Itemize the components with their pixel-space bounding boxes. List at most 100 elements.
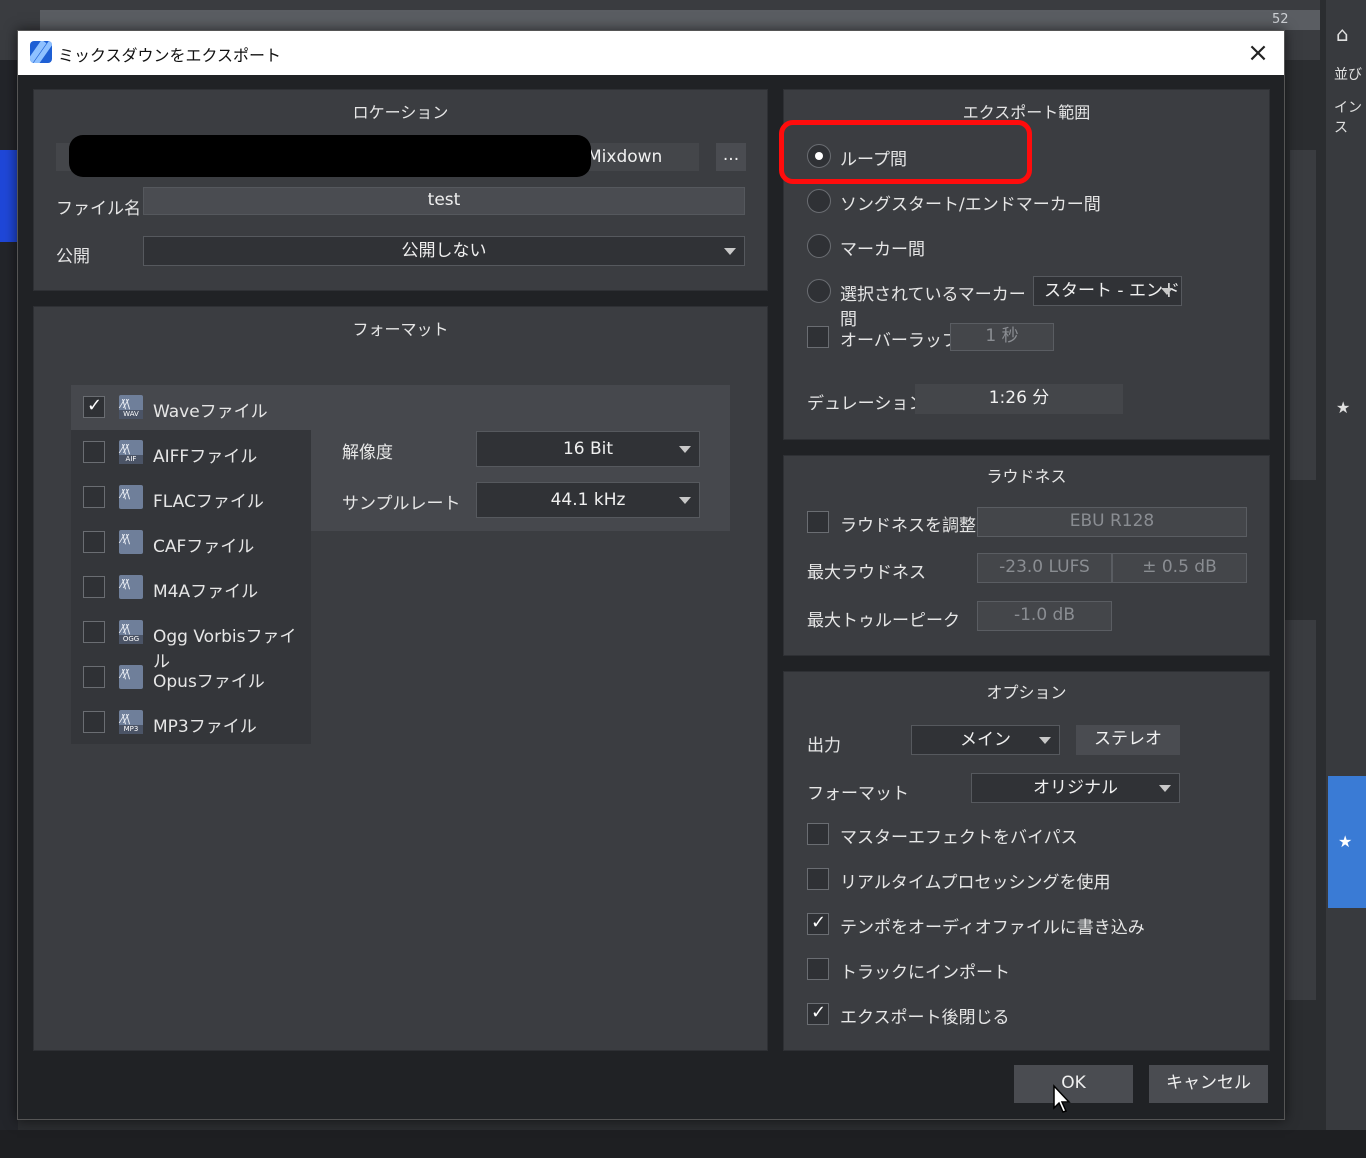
filename-input[interactable]: test bbox=[143, 187, 745, 215]
samplerate-label: サンプルレート bbox=[342, 494, 461, 514]
format-checkbox[interactable] bbox=[83, 441, 105, 463]
format-checkbox[interactable] bbox=[83, 531, 105, 553]
chevron-down-icon bbox=[1161, 288, 1173, 295]
true-peak-label: 最大トゥルーピーク bbox=[807, 611, 960, 631]
import-to-track-label: トラックにインポート bbox=[840, 963, 1010, 983]
scrollbar[interactable] bbox=[1290, 150, 1316, 480]
output-dropdown[interactable]: メイン bbox=[911, 725, 1060, 755]
location-title: ロケーション bbox=[352, 103, 449, 122]
browser-tab-instruments[interactable]: インス bbox=[1334, 97, 1366, 137]
format-label: Opusファイル bbox=[153, 672, 265, 692]
timeline-ruler[interactable] bbox=[40, 10, 1320, 30]
max-loudness-input[interactable]: -23.0 LUFS bbox=[977, 553, 1112, 583]
daw-statusbar bbox=[0, 1130, 1366, 1158]
format-panel: フォーマット ⁄\⁄\WAV Waveファイル ⁄\⁄\AIF AIFFファイル… bbox=[33, 306, 768, 1051]
format-label: CAFファイル bbox=[153, 537, 255, 557]
duration-label: デュレーション bbox=[807, 394, 926, 414]
publish-dropdown[interactable]: 公開しない bbox=[143, 236, 745, 266]
format-item-wave[interactable]: ⁄\⁄\WAV Waveファイル bbox=[71, 385, 311, 430]
format-title: フォーマット bbox=[352, 320, 449, 339]
export-mixdown-dialog: ミックスダウンをエクスポート × ロケーション Mixdown ... ファイル… bbox=[17, 30, 1285, 1120]
scrollbar[interactable] bbox=[1284, 620, 1316, 1000]
format-item-opus[interactable]: ⁄\⁄\ Opusファイル bbox=[71, 655, 311, 700]
publish-label: 公開 bbox=[56, 247, 90, 267]
import-to-track-checkbox[interactable] bbox=[807, 958, 829, 980]
format-label: MP3ファイル bbox=[153, 717, 257, 737]
radio-button[interactable] bbox=[807, 189, 831, 213]
format-item-caf[interactable]: ⁄\⁄\ CAFファイル bbox=[71, 520, 311, 565]
adjust-loudness-checkbox[interactable] bbox=[807, 511, 829, 533]
browser-selected-item[interactable]: ★ bbox=[1328, 776, 1366, 908]
star-icon[interactable]: ★ bbox=[1336, 398, 1350, 417]
audio-file-icon: ⁄\⁄\ OGG bbox=[119, 620, 143, 644]
stereo-button[interactable]: ステレオ bbox=[1076, 725, 1180, 755]
format-label: Waveファイル bbox=[153, 402, 268, 422]
cancel-button[interactable]: キャンセル bbox=[1149, 1065, 1268, 1103]
realtime-processing-checkbox[interactable] bbox=[807, 868, 829, 890]
true-peak-input[interactable]: -1.0 dB bbox=[977, 601, 1112, 631]
radio-button[interactable] bbox=[807, 234, 831, 258]
format-checkbox[interactable] bbox=[83, 486, 105, 508]
format-item-m4a[interactable]: ⁄\⁄\ M4Aファイル bbox=[71, 565, 311, 610]
location-panel: ロケーション Mixdown ... ファイル名 test 公開 公開しない bbox=[33, 89, 768, 291]
location-path-suffix: Mixdown bbox=[587, 147, 663, 167]
audio-file-icon: ⁄\⁄\ AIF bbox=[119, 440, 143, 464]
format-item-flac[interactable]: ⁄\⁄\ FLACファイル bbox=[71, 475, 311, 520]
chevron-down-icon bbox=[1039, 737, 1051, 744]
range-option-markers[interactable]: マーカー間 bbox=[807, 234, 1027, 260]
range-option-label: マーカー間 bbox=[840, 240, 925, 260]
format-item-ogg[interactable]: ⁄\⁄\ OGG Ogg Vorbisファイル bbox=[71, 610, 311, 672]
overlap-input[interactable]: 1 秒 bbox=[950, 323, 1054, 351]
write-tempo-label: テンポをオーディオファイルに書き込み bbox=[840, 918, 1145, 938]
overlap-label: オーバーラップ bbox=[840, 331, 959, 351]
realtime-processing-label: リアルタイムプロセッシングを使用 bbox=[840, 873, 1111, 893]
chevron-down-icon bbox=[724, 248, 736, 255]
format-option-label: フォーマット bbox=[807, 784, 909, 804]
overlap-checkbox[interactable] bbox=[807, 326, 829, 348]
format-checkbox[interactable] bbox=[83, 711, 105, 733]
duration-value: 1:26 分 bbox=[915, 384, 1123, 414]
track-event[interactable] bbox=[0, 150, 18, 242]
format-label: FLACファイル bbox=[153, 492, 264, 512]
publish-value: 公開しない bbox=[401, 241, 487, 261]
export-range-panel: エクスポート範囲 ループ間 ソングスタート/エンドマーカー間 マーカー間 選択さ… bbox=[779, 89, 1270, 440]
marker-range-dropdown[interactable]: スタート - エンド bbox=[1033, 276, 1182, 306]
format-item-aiff[interactable]: ⁄\⁄\ AIF AIFFファイル bbox=[71, 430, 311, 475]
dialog-title: ミックスダウンをエクスポート bbox=[58, 46, 282, 65]
radio-button[interactable] bbox=[807, 279, 831, 303]
tolerance-input[interactable]: ± 0.5 dB bbox=[1112, 553, 1247, 583]
loudness-standard-dropdown[interactable]: EBU R128 bbox=[977, 507, 1247, 537]
audio-file-icon: ⁄\⁄\ bbox=[119, 575, 143, 599]
samplerate-dropdown[interactable]: 44.1 kHz bbox=[476, 482, 700, 518]
browse-button[interactable]: ... bbox=[716, 143, 746, 171]
range-option-song-markers[interactable]: ソングスタート/エンドマーカー間 bbox=[807, 189, 1127, 215]
loudness-panel: ラウドネス ラウドネスを調整 EBU R128 最大ラウドネス -23.0 LU… bbox=[783, 455, 1270, 656]
loudness-title: ラウドネス bbox=[986, 467, 1067, 486]
ruler-mark: 52 bbox=[1272, 12, 1289, 27]
close-after-export-checkbox[interactable] bbox=[807, 1002, 829, 1025]
audio-file-icon: ⁄\⁄\ MP3 bbox=[119, 710, 143, 734]
format-option-value: オリジナル bbox=[1033, 778, 1118, 798]
format-checkbox[interactable] bbox=[83, 666, 105, 688]
audio-file-icon: ⁄\⁄\ bbox=[119, 530, 143, 554]
close-icon[interactable]: × bbox=[1240, 35, 1276, 71]
resolution-dropdown[interactable]: 16 Bit bbox=[476, 431, 700, 467]
audio-file-icon: ⁄\⁄\ bbox=[119, 485, 143, 509]
format-option-dropdown[interactable]: オリジナル bbox=[971, 773, 1180, 803]
format-checkbox[interactable] bbox=[83, 395, 105, 418]
star-icon: ★ bbox=[1338, 832, 1353, 851]
chevron-down-icon bbox=[1159, 785, 1171, 792]
highlight-annotation bbox=[779, 120, 1032, 184]
format-checkbox[interactable] bbox=[83, 621, 105, 643]
mouse-cursor-icon bbox=[1053, 1084, 1071, 1113]
format-checkbox[interactable] bbox=[83, 576, 105, 598]
format-label: AIFFファイル bbox=[153, 447, 258, 467]
bypass-master-fx-checkbox[interactable] bbox=[807, 823, 829, 845]
write-tempo-checkbox[interactable] bbox=[807, 912, 829, 935]
range-option-selected-markers[interactable]: 選択されているマーカー間 bbox=[807, 279, 1027, 330]
chevron-down-icon bbox=[679, 446, 691, 453]
format-item-mp3[interactable]: ⁄\⁄\ MP3 MP3ファイル bbox=[71, 700, 311, 745]
browser-tab-sort[interactable]: 並び bbox=[1334, 64, 1362, 84]
audio-file-icon: ⁄\⁄\ bbox=[119, 665, 143, 689]
home-icon[interactable]: ⌂ bbox=[1336, 22, 1349, 46]
